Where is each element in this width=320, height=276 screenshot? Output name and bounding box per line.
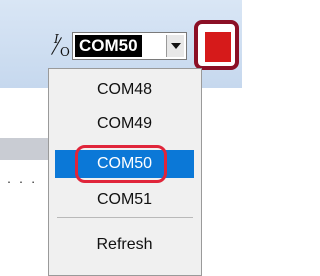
dropdown-item-com49[interactable]: COM49 — [55, 110, 194, 138]
chevron-down-icon[interactable] — [166, 35, 184, 57]
connect-button[interactable] — [194, 20, 239, 70]
refresh-item[interactable]: Refresh — [55, 231, 194, 259]
left-panel: . . . — [0, 88, 48, 276]
dropdown-item-com51[interactable]: COM51 — [55, 186, 194, 214]
dropdown-item-com48[interactable]: COM48 — [55, 76, 194, 104]
dropdown-separator — [57, 217, 193, 218]
io-port-icon: I O — [51, 32, 70, 62]
com-port-dropdown: COM48 COM49 COM50 COM51 Refresh — [48, 68, 202, 276]
selection-highlight-ring — [75, 145, 167, 183]
com-port-combobox[interactable]: COM50 — [72, 32, 187, 60]
panel-band — [0, 138, 48, 160]
plug-icon — [205, 32, 231, 62]
combo-selected-value: COM50 — [75, 35, 142, 57]
panel-dots: . . . — [6, 175, 37, 186]
